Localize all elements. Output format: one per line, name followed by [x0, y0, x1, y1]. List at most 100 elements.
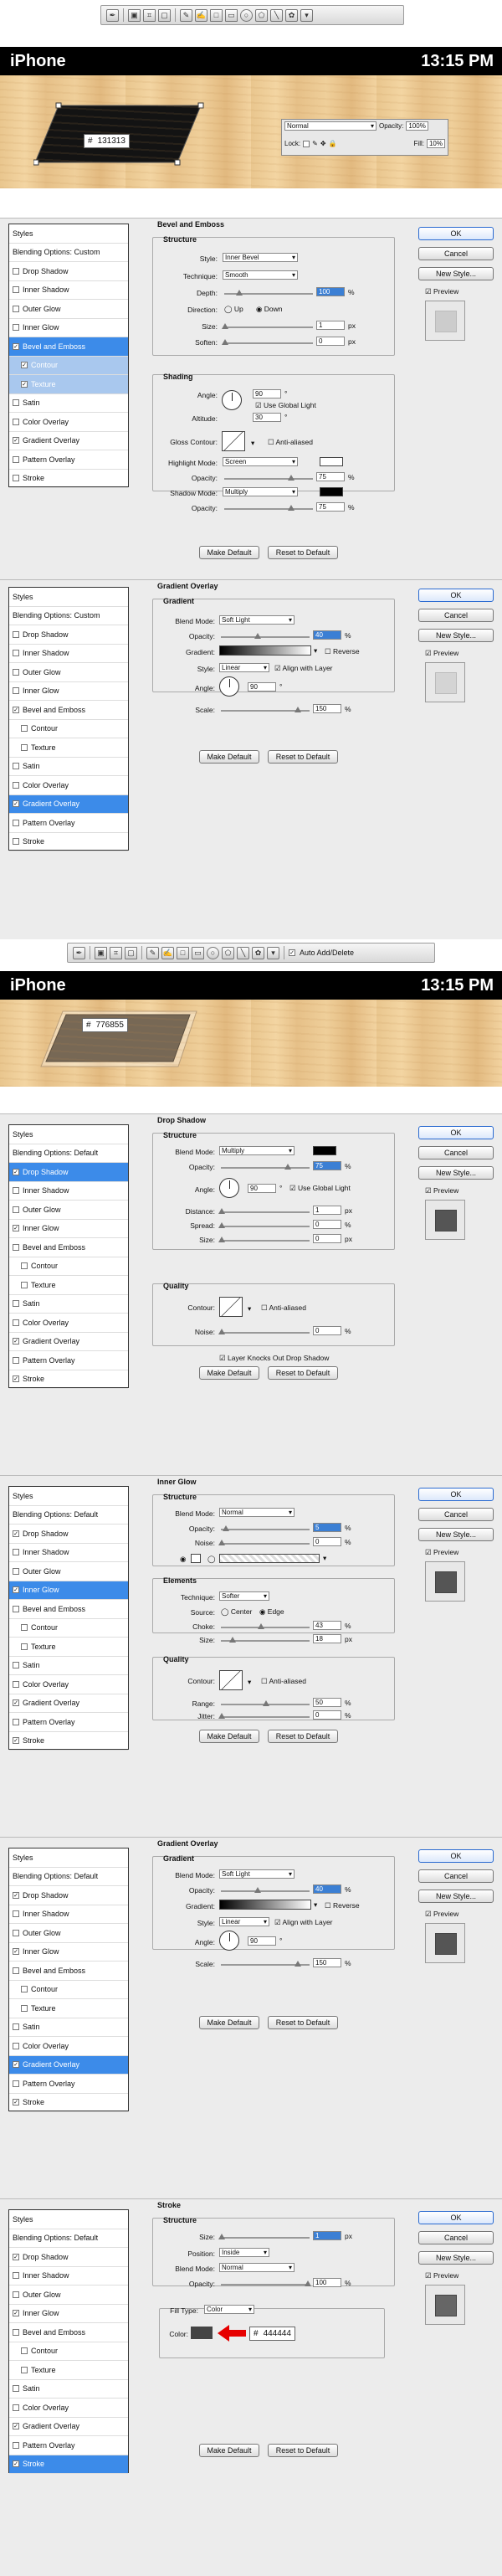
style-checkbox[interactable]: ✓ — [13, 2460, 19, 2468]
style-item-bevel-and-emboss[interactable]: ✓ Bevel and Emboss — [9, 337, 128, 357]
distance-field[interactable]: 1 — [313, 1206, 341, 1215]
ellipse-icon[interactable]: ○ — [240, 8, 253, 22]
soften-field[interactable]: 0 — [316, 337, 345, 346]
style-item-styles[interactable]: Styles — [9, 224, 128, 244]
style-item-inner-shadow[interactable]: Inner Shadow — [9, 645, 128, 663]
angle-field[interactable]: 90 — [248, 682, 276, 692]
style-checkbox[interactable] — [13, 1662, 19, 1669]
polygon-icon[interactable]: ⬠ — [255, 8, 268, 22]
style-item-drop-shadow[interactable]: Drop Shadow — [9, 262, 128, 281]
fill-pixels-icon[interactable]: ▢ — [158, 8, 171, 22]
align-with-layer-checkbox[interactable]: ☑ Align with Layer — [274, 664, 333, 673]
style-checkbox[interactable]: ✓ — [13, 706, 19, 713]
fill-pixels-icon[interactable]: ▢ — [125, 946, 137, 959]
style-item-gradient-overlay[interactable]: ✓ Gradient Overlay — [9, 2055, 128, 2075]
style-item-bevel-and-emboss[interactable]: Bevel and Emboss — [9, 1600, 128, 1619]
source-edge-radio[interactable]: ◉ Edge — [259, 1607, 284, 1617]
lock-transparent-icon[interactable] — [303, 140, 310, 147]
style-item-styles[interactable]: Styles — [9, 2210, 128, 2229]
pen-icon[interactable]: ✎ — [180, 8, 192, 22]
range-field[interactable]: 50 — [313, 1698, 341, 1707]
style-item-pattern-overlay[interactable]: Pattern Overlay — [9, 450, 128, 470]
style-item-inner-glow[interactable]: Inner Glow — [9, 319, 128, 337]
spread-slider[interactable] — [218, 1222, 310, 1228]
gradient-style-select[interactable]: Linear ▾ — [219, 1917, 269, 1926]
style-item-inner-glow[interactable]: Inner Glow — [9, 682, 128, 701]
line-icon[interactable]: ╲ — [237, 946, 249, 959]
style-item-contour[interactable]: ✓ Contour — [9, 356, 128, 375]
reset-to-default-button[interactable]: Reset to Default — [268, 2444, 338, 2457]
size-field[interactable]: 18 — [313, 1634, 341, 1643]
opacity-slider[interactable] — [221, 633, 310, 639]
shadow-color-swatch[interactable] — [313, 1146, 336, 1155]
ok-button[interactable]: OK — [418, 1488, 494, 1501]
style-checkbox[interactable] — [13, 1718, 19, 1725]
opacity-slider[interactable] — [221, 1164, 310, 1170]
style-item-outer-glow[interactable]: Outer Glow — [9, 1562, 128, 1581]
gloss-contour-swatch[interactable] — [222, 431, 245, 451]
style-item-styles[interactable]: Styles — [9, 588, 128, 607]
style-item-satin[interactable]: Satin — [9, 1295, 128, 1314]
style-item-texture[interactable]: Texture — [9, 1276, 128, 1295]
style-item-stroke[interactable]: ✓ Stroke — [9, 2094, 128, 2112]
style-item-texture[interactable]: ✓ Texture — [9, 375, 128, 394]
use-global-light-checkbox[interactable]: ☑ Use Global Light — [289, 1184, 351, 1193]
style-item-outer-glow[interactable]: Outer Glow — [9, 1924, 128, 1943]
style-checkbox[interactable] — [13, 2404, 19, 2411]
style-checkbox[interactable] — [13, 455, 19, 463]
style-item-color-overlay[interactable]: Color Overlay — [9, 2399, 128, 2418]
highlight-opacity-field[interactable]: 75 — [316, 472, 345, 481]
noise-field[interactable]: 0 — [313, 1326, 341, 1335]
style-checkbox[interactable] — [13, 1605, 19, 1612]
style-checkbox[interactable] — [21, 2366, 28, 2373]
noise-slider[interactable] — [218, 1540, 310, 1545]
highlight-mode-select[interactable]: Screen ▾ — [223, 457, 298, 466]
ok-button[interactable]: OK — [418, 2211, 494, 2224]
pen-tool-icon[interactable]: ✒ — [106, 8, 119, 22]
preview-checkbox[interactable]: ☑ Preview — [425, 649, 458, 658]
new-style-button[interactable]: New Style... — [418, 629, 494, 642]
make-default-button[interactable]: Make Default — [199, 1366, 259, 1380]
reset-to-default-button[interactable]: Reset to Default — [268, 546, 338, 559]
style-item-drop-shadow[interactable]: ✓ Drop Shadow — [9, 1163, 128, 1182]
shadow-opacity-slider[interactable] — [224, 505, 313, 511]
style-checkbox[interactable] — [13, 1300, 19, 1308]
scale-slider[interactable] — [221, 1961, 310, 1967]
style-item-styles[interactable]: Styles — [9, 1487, 128, 1506]
size-field[interactable]: 1 — [316, 321, 345, 330]
pen-tool-icon[interactable]: ✒ — [73, 946, 85, 959]
opacity-slider[interactable] — [221, 1887, 310, 1893]
lock-paint-icon[interactable]: ✎ — [312, 140, 318, 147]
reset-to-default-button[interactable]: Reset to Default — [268, 2016, 338, 2029]
blend-mode-select[interactable]: Normal ▾ — [284, 121, 376, 131]
style-checkbox[interactable] — [21, 1643, 28, 1650]
distance-slider[interactable] — [218, 1208, 310, 1214]
choke-slider[interactable] — [221, 1623, 310, 1629]
angle-field[interactable]: 90 — [253, 389, 281, 398]
style-checkbox[interactable] — [21, 725, 28, 733]
style-checkbox[interactable]: ✓ — [21, 380, 28, 388]
ok-button[interactable]: OK — [418, 1849, 494, 1863]
style-item-drop-shadow[interactable]: ✓ Drop Shadow — [9, 1886, 128, 1905]
style-item-inner-glow[interactable]: ✓ Inner Glow — [9, 1581, 128, 1600]
style-checkbox[interactable]: ✓ — [13, 1375, 19, 1383]
cancel-button[interactable]: Cancel — [418, 1869, 494, 1883]
style-item-gradient-overlay[interactable]: ✓ Gradient Overlay — [9, 432, 128, 450]
style-checkbox[interactable] — [13, 1356, 19, 1364]
style-item-blending-options-default[interactable]: Blending Options: Default — [9, 1868, 128, 1886]
style-item-stroke[interactable]: Stroke — [9, 470, 128, 488]
opacity-slider[interactable] — [221, 2280, 311, 2286]
rectangle-icon[interactable]: □ — [177, 946, 189, 959]
size-field[interactable]: 0 — [313, 1234, 341, 1243]
jitter-slider[interactable] — [218, 1713, 310, 1719]
style-checkbox[interactable] — [13, 399, 19, 407]
make-default-button[interactable]: Make Default — [199, 546, 259, 559]
opacity-field[interactable]: 40 — [313, 1884, 341, 1894]
fill-type-select[interactable]: Color ▾ — [204, 2305, 254, 2314]
direction-down-radio[interactable]: ◉ Down — [256, 305, 283, 314]
style-checkbox[interactable] — [13, 630, 19, 638]
angle-field[interactable]: 90 — [248, 1184, 276, 1193]
style-item-outer-glow[interactable]: Outer Glow — [9, 663, 128, 682]
jitter-field[interactable]: 0 — [313, 1710, 341, 1720]
technique-select[interactable]: Smooth ▾ — [223, 270, 298, 280]
